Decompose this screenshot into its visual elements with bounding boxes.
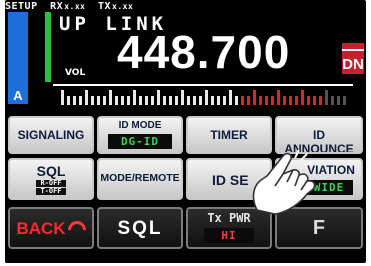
meter-segment xyxy=(301,90,304,105)
back-label: BACK xyxy=(16,219,66,238)
signal-meter xyxy=(61,90,349,105)
meter-segment xyxy=(145,96,148,105)
meter-segment xyxy=(307,96,310,105)
meter-segment xyxy=(229,90,232,105)
sql-rx-status: R-OFF xyxy=(36,180,66,187)
sql-setting-label: SQL xyxy=(36,163,66,179)
meter-segment xyxy=(97,96,100,105)
mode-remote-button[interactable]: MODE/REMOTE xyxy=(97,158,183,200)
sql-setting-button[interactable]: SQL R-OFF T-OFF xyxy=(8,158,94,200)
display-divider xyxy=(53,84,353,86)
meter-segment xyxy=(235,96,238,105)
radio-display: SETUP RXx.xx TXx.xx A UP LINK 448.700 VO… xyxy=(5,0,366,263)
meter-segment xyxy=(295,96,298,105)
meter-segment xyxy=(127,96,130,105)
meter-segment xyxy=(61,90,64,105)
meter-segment xyxy=(271,96,274,105)
sql-tx-status: T-OFF xyxy=(36,188,66,195)
meter-segment xyxy=(247,96,250,105)
meter-segment xyxy=(163,96,166,105)
meter-segment xyxy=(193,96,196,105)
signaling-button[interactable]: SIGNALING xyxy=(8,116,94,154)
meter-segment xyxy=(103,96,106,105)
meter-segment xyxy=(289,96,292,105)
meter-segment xyxy=(175,96,178,105)
meter-segment xyxy=(223,96,226,105)
meter-segment xyxy=(79,96,82,105)
meter-segment xyxy=(91,96,94,105)
meter-segment xyxy=(259,96,262,105)
status-rx: RXx.xx xyxy=(50,1,86,12)
meter-segment xyxy=(313,96,316,105)
meter-segment xyxy=(73,96,76,105)
meter-segment xyxy=(217,96,220,105)
meter-segment xyxy=(211,96,214,105)
meter-segment xyxy=(265,96,268,105)
meter-segment xyxy=(199,96,202,105)
id-mode-label: ID MODE xyxy=(118,120,162,131)
meter-segment xyxy=(319,96,322,105)
frequency-readout: 448.700 xyxy=(117,26,291,78)
meter-segment xyxy=(115,96,118,105)
status-bar: SETUP RXx.xx TXx.xx xyxy=(5,1,366,12)
hand-pointer-icon xyxy=(252,149,316,215)
meter-segment xyxy=(151,96,154,105)
timer-label: TIMER xyxy=(210,128,248,142)
function-label: F xyxy=(312,217,326,239)
meter-segment xyxy=(277,90,280,105)
meter-segment xyxy=(67,96,70,105)
sql-button[interactable]: SQL xyxy=(97,207,183,249)
volume-label: VOL xyxy=(65,68,86,78)
signaling-label: SIGNALING xyxy=(17,128,85,142)
meter-segment xyxy=(121,96,124,105)
meter-segment xyxy=(205,90,208,105)
status-setup: SETUP xyxy=(5,1,38,12)
meter-segment xyxy=(343,96,346,105)
meter-segment xyxy=(331,96,334,105)
meter-segment xyxy=(325,90,328,105)
meter-segment xyxy=(169,96,172,105)
mode-remote-label: MODE/REMOTE xyxy=(100,172,180,184)
meter-segment xyxy=(283,96,286,105)
meter-segment xyxy=(241,96,244,105)
meter-segment xyxy=(133,90,136,105)
band-letter: A xyxy=(13,88,23,103)
meter-segment xyxy=(109,90,112,105)
meter-segment xyxy=(181,90,184,105)
status-tx: TXx.xx xyxy=(97,1,134,12)
active-band-bar xyxy=(45,12,51,82)
meter-segment xyxy=(85,90,88,105)
id-mode-value: DG-ID xyxy=(108,134,172,149)
meter-segment xyxy=(157,90,160,105)
meter-segment xyxy=(139,96,142,105)
tx-power-value: HI xyxy=(204,228,254,243)
back-arrow-icon xyxy=(63,217,90,243)
sql-label: SQL xyxy=(117,218,163,239)
id-mode-button[interactable]: ID MODE DG-ID xyxy=(97,116,183,154)
meter-segment xyxy=(187,96,190,105)
meter-segment xyxy=(337,96,340,105)
mode-badge-top xyxy=(342,43,364,51)
meter-segment xyxy=(253,90,256,105)
back-button[interactable]: BACK xyxy=(8,207,94,249)
